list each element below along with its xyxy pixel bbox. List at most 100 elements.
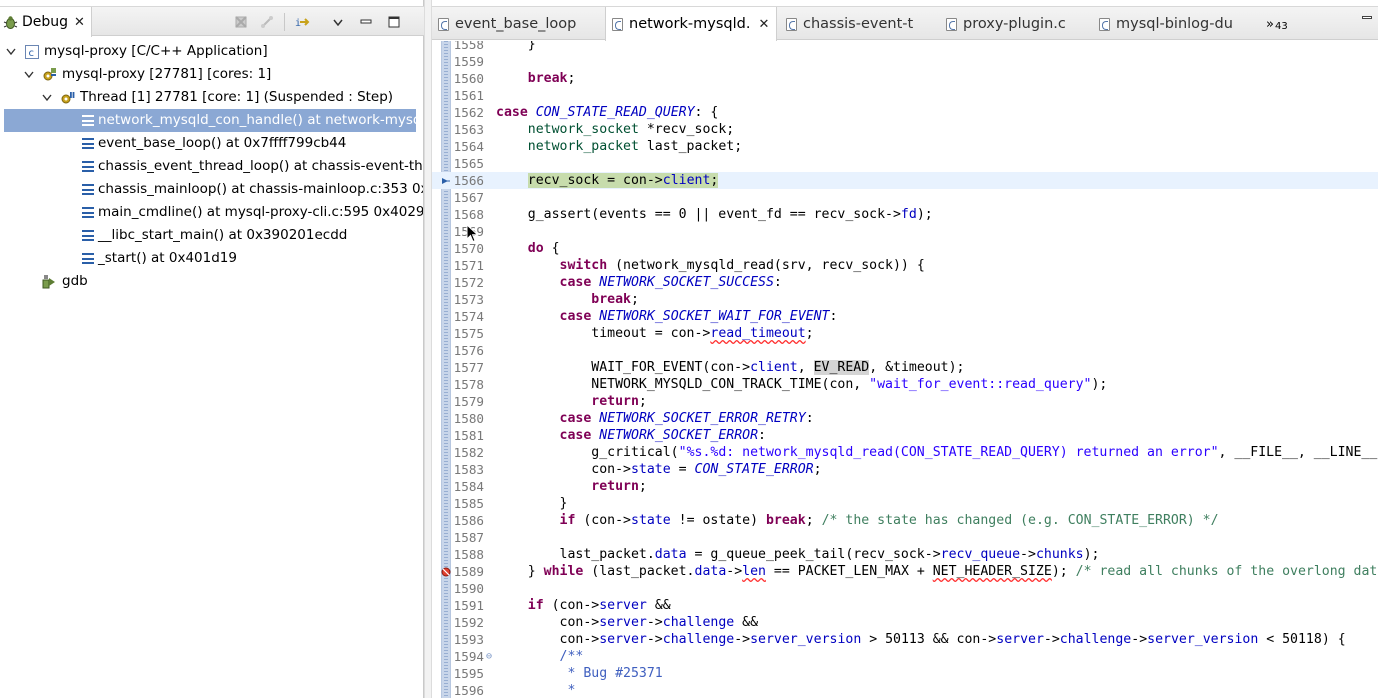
line-number: 1588 xyxy=(453,547,484,562)
code-line[interactable]: 1559 xyxy=(432,53,1378,70)
current-code-line[interactable]: 1566 recv_sock = con->client; xyxy=(432,172,1378,189)
tree-item-thread[interactable]: Thread [1] 27781 [core: 1] (Suspended : … xyxy=(0,86,423,109)
editor-minimize-icon[interactable] xyxy=(1362,16,1372,19)
tree-item-process[interactable]: mysql-proxy [27781] [cores: 1] xyxy=(0,63,423,86)
code-line[interactable]: 1589 } while (last_packet.data->len == P… xyxy=(432,563,1378,580)
code-line[interactable]: 1586 if (con->state != ostate) break; /*… xyxy=(432,512,1378,529)
c-application-icon: c xyxy=(24,44,39,59)
code-text: } xyxy=(496,41,536,52)
stack-frame[interactable]: _start() at 0x401d19 xyxy=(0,247,423,270)
code-line[interactable]: 1575 timeout = con->read_timeout; xyxy=(432,325,1378,342)
code-line[interactable]: 1583 con->state = CON_STATE_ERROR; xyxy=(432,461,1378,478)
tab-chassis-event-thread[interactable]: chassis-event-t xyxy=(780,7,940,41)
line-number: 1558 xyxy=(453,41,484,52)
code-line[interactable]: 1563 network_socket *recv_sock; xyxy=(432,121,1378,138)
stack-frame-label: _start() at 0x401d19 xyxy=(98,250,237,266)
c-file-icon xyxy=(786,17,797,31)
line-number: 1577 xyxy=(453,360,484,375)
code-line[interactable]: 1578 NETWORK_MYSQLD_CON_TRACK_TIME(con, … xyxy=(432,376,1378,393)
stack-frame[interactable]: main_cmdline() at mysql-proxy-cli.c:595 … xyxy=(0,201,423,224)
code-line[interactable]: 1587 xyxy=(432,529,1378,546)
code-line[interactable]: 1574 case NETWORK_SOCKET_WAIT_FOR_EVENT: xyxy=(432,308,1378,325)
code-line[interactable]: 1581 case NETWORK_SOCKET_ERROR: xyxy=(432,427,1378,444)
code-line[interactable]: 1572 case NETWORK_SOCKET_SUCCESS: xyxy=(432,274,1378,291)
code-area[interactable]: 1558 } 1559 1560 break; 1561 1562 case CON_ST… xyxy=(432,41,1378,698)
code-line[interactable]: 1558 } xyxy=(432,41,1378,53)
instruction-stepping-icon[interactable]: i xyxy=(291,11,313,33)
expanded-chevron-icon[interactable] xyxy=(5,40,17,63)
tree-item-label: Thread [1] 27781 [core: 1] (Suspended : … xyxy=(80,89,394,105)
line-number: 1567 xyxy=(453,190,484,205)
remove-terminated-icon[interactable] xyxy=(230,11,252,33)
debug-view-tab[interactable]: Debug ✕ xyxy=(0,7,92,37)
code-line[interactable]: 1596 * xyxy=(432,682,1378,698)
code-line[interactable]: 1592 con->server->challenge && xyxy=(432,614,1378,631)
code-line[interactable]: 1577 WAIT_FOR_EVENT(con->client, EV_READ… xyxy=(432,359,1378,376)
code-line[interactable]: 1588 last_packet.data = g_queue_peek_tai… xyxy=(432,546,1378,563)
line-number: 1596 xyxy=(453,683,484,698)
expanded-chevron-icon[interactable] xyxy=(23,63,35,86)
stack-frame[interactable]: chassis_event_thread_loop() at chassis-e… xyxy=(0,155,423,178)
stack-frame-icon xyxy=(80,228,95,243)
debug-view: Debug ✕ i c mysql-proxy [C/C++ Applicati… xyxy=(0,0,424,698)
code-line[interactable]: 1569 xyxy=(432,223,1378,240)
code-line[interactable]: 1579 return; xyxy=(432,393,1378,410)
code-text: timeout = con->read_timeout; xyxy=(496,326,814,341)
connect-icon[interactable] xyxy=(256,11,278,33)
line-number: 1572 xyxy=(453,275,484,290)
code-line[interactable]: 1594 ⊖ /** xyxy=(432,648,1378,665)
code-line[interactable]: 1585 } xyxy=(432,495,1378,512)
line-number: 1560 xyxy=(453,71,484,86)
code-line[interactable]: 1561 xyxy=(432,87,1378,104)
code-line[interactable]: 1584 return; xyxy=(432,478,1378,495)
line-number: 1591 xyxy=(453,598,484,613)
code-line[interactable]: 1576 xyxy=(432,342,1378,359)
stack-frame[interactable]: chassis_mainloop() at chassis-mainloop.c… xyxy=(0,178,423,201)
error-breakpoint-icon[interactable] xyxy=(441,563,451,580)
code-text: return; xyxy=(591,479,647,494)
maximize-icon[interactable] xyxy=(383,11,405,33)
code-line[interactable]: 1565 xyxy=(432,155,1378,172)
line-number: 1583 xyxy=(453,462,484,477)
code-line[interactable]: 1570 do { xyxy=(432,240,1378,257)
stack-frame[interactable]: __libc_start_main() at 0x390201ecdd xyxy=(0,224,423,247)
code-text: } xyxy=(496,496,568,511)
line-number: 1587 xyxy=(453,530,484,545)
code-line[interactable]: 1582 g_critical("%s.%d: network_mysqld_r… xyxy=(432,444,1378,461)
fold-collapse-icon[interactable]: ⊖ xyxy=(484,648,494,665)
code-line[interactable]: 1590 xyxy=(432,580,1378,597)
code-line[interactable]: 1567 xyxy=(432,189,1378,206)
code-line[interactable]: 1568 g_assert(events == 0 || event_fd ==… xyxy=(432,206,1378,223)
close-tab-icon[interactable]: ✕ xyxy=(758,17,769,32)
expanded-chevron-icon[interactable] xyxy=(41,86,53,109)
code-line[interactable]: 1591 if (con->server && xyxy=(432,597,1378,614)
stack-frame-selected[interactable]: network_mysqld_con_handle() at network-m… xyxy=(4,109,416,132)
code-line[interactable]: 1571 switch (network_mysqld_read(srv, re… xyxy=(432,257,1378,274)
line-number: 1571 xyxy=(453,258,484,273)
tab-mysql-binlog-dump[interactable]: mysql-binlog-du xyxy=(1093,7,1263,41)
code-line[interactable]: 1595 * Bug #25371 xyxy=(432,665,1378,682)
code-text: } while (last_packet.data->len == PACKET… xyxy=(496,564,1378,579)
tab-event-base-loop[interactable]: event_base_loop xyxy=(432,7,602,41)
close-debug-tab-icon[interactable]: ✕ xyxy=(74,15,85,30)
code-line[interactable]: 1573 break; xyxy=(432,291,1378,308)
minimize-icon[interactable] xyxy=(355,11,377,33)
stack-frame-label: chassis_event_thread_loop() at chassis-e… xyxy=(98,158,423,174)
code-line[interactable]: 1560 break; xyxy=(432,70,1378,87)
view-splitter[interactable] xyxy=(424,0,432,698)
stack-frame-icon xyxy=(80,136,95,151)
code-line[interactable]: 1564 network_packet last_packet; xyxy=(432,138,1378,155)
view-menu-icon[interactable] xyxy=(327,11,349,33)
tree-item-gdb[interactable]: gdb xyxy=(0,270,423,293)
overflow-tabs-button[interactable]: » 43 xyxy=(1266,7,1288,41)
tree-item-launch[interactable]: c mysql-proxy [C/C++ Application] xyxy=(0,40,423,63)
code-text: case NETWORK_SOCKET_ERROR: xyxy=(559,428,766,443)
stack-frame[interactable]: event_base_loop() at 0x7ffff799cb44 xyxy=(0,132,423,155)
code-line[interactable]: 1580 case NETWORK_SOCKET_ERROR_RETRY: xyxy=(432,410,1378,427)
tab-proxy-plugin[interactable]: proxy-plugin.c xyxy=(940,7,1095,41)
stack-frame-label: event_base_loop() at 0x7ffff799cb44 xyxy=(98,135,347,151)
code-line[interactable]: 1562 case CON_STATE_READ_QUERY: { xyxy=(432,104,1378,121)
tab-network-mysqld[interactable]: network-mysqld. ✕ xyxy=(605,7,777,41)
code-text: return; xyxy=(591,394,647,409)
code-line[interactable]: 1593 con->server->challenge->server_vers… xyxy=(432,631,1378,648)
